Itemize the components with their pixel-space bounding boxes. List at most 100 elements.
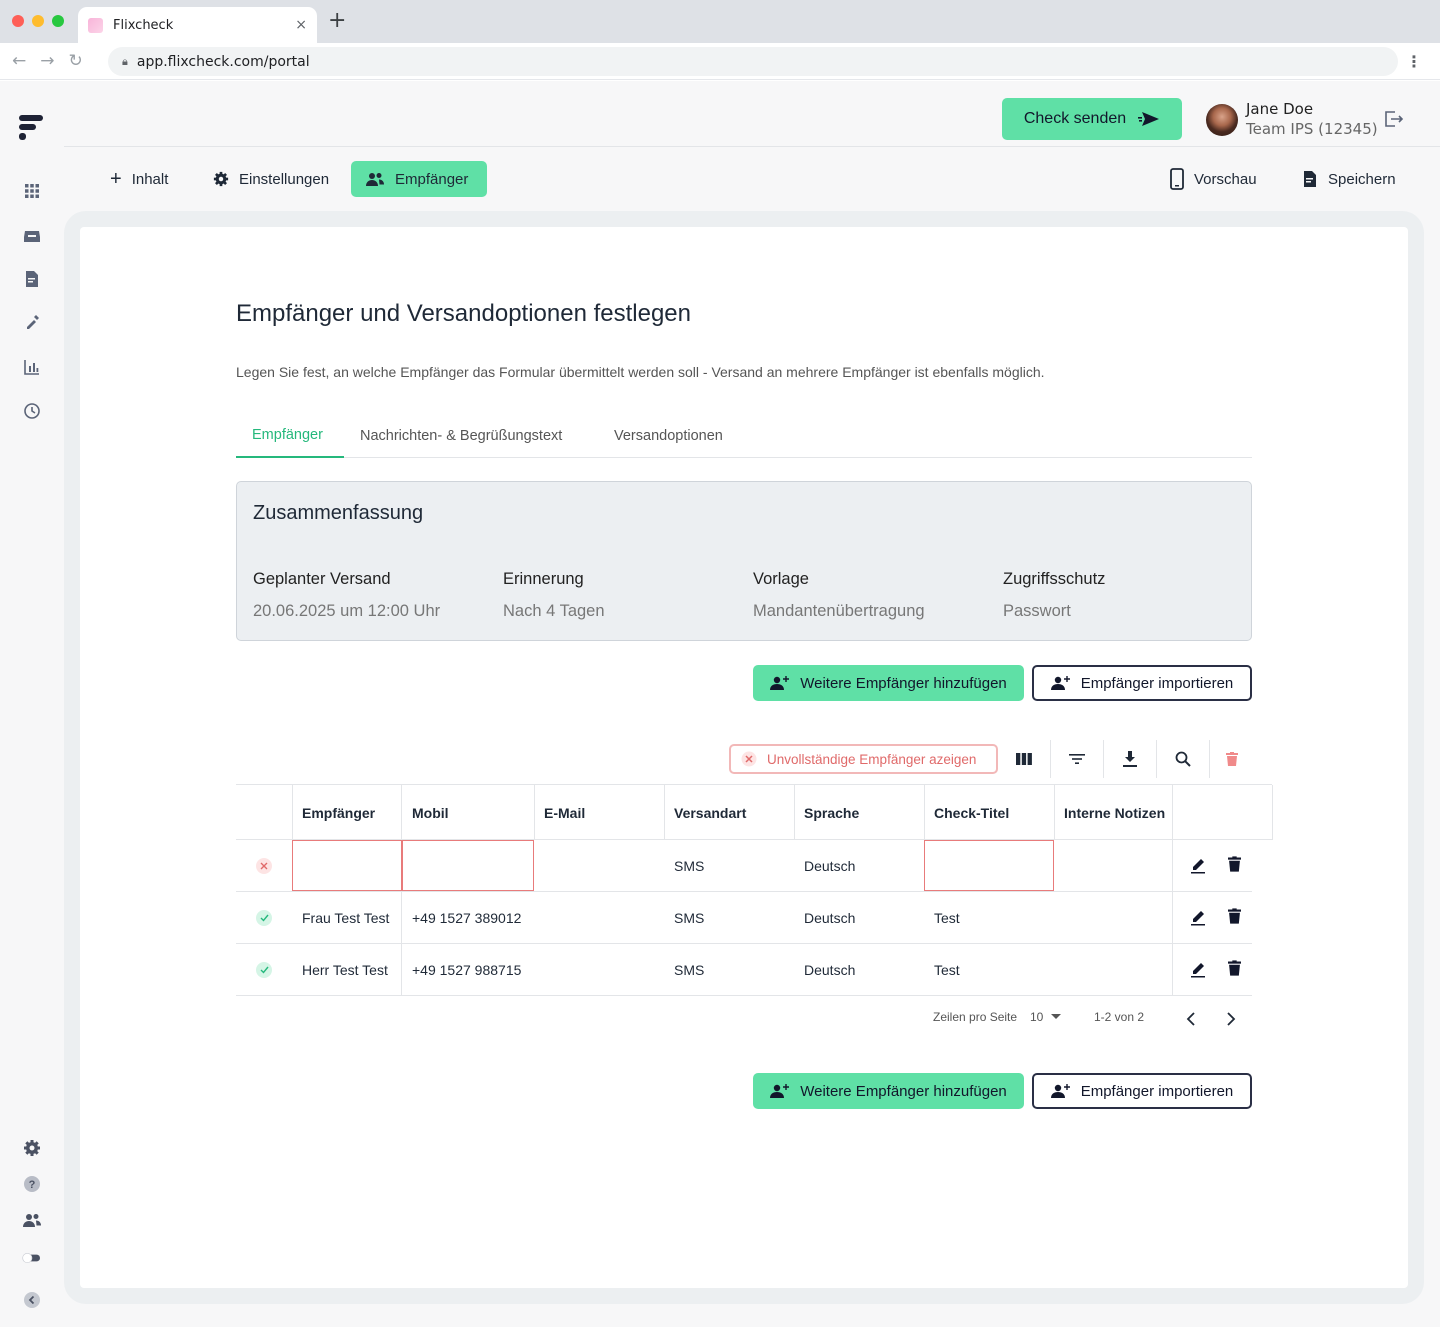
missing-mobil-cell[interactable] [402,840,534,891]
trash-icon[interactable] [1228,856,1246,874]
favicon-icon [88,17,103,33]
column-header[interactable]: Empfänger [292,785,402,840]
svg-text:?: ? [29,1179,36,1191]
sub-tabs: Empfänger Nachrichten- & Begrüßungstext … [236,414,1252,458]
ok-status-icon [256,910,272,926]
page-description: Legen Sie fest, an welche Empfänger das … [236,364,1045,380]
table-cell: Deutsch [804,961,856,978]
help-icon[interactable]: ? [22,1174,42,1194]
columns-icon[interactable] [1009,744,1039,774]
import-recipients-label: Empfänger importieren [1080,674,1234,692]
error-circle-icon [741,751,757,767]
rows-per-page-select[interactable]: 10 [1030,1010,1062,1024]
add-recipients-button[interactable]: Weitere Empfänger hinzufügen [753,665,1024,701]
inhalt-button[interactable]: + Inhalt [96,161,182,197]
filter-icon[interactable] [1062,744,1092,774]
history-icon[interactable] [22,401,42,421]
import-recipients-button[interactable]: Empfänger importieren [1032,1073,1252,1109]
column-header[interactable]: Mobil [402,785,534,840]
column-header[interactable]: E-Mail [534,785,664,840]
column-header[interactable]: Versandart [664,785,794,840]
inbox-icon[interactable] [22,226,42,246]
summary-label: Erinnerung [503,570,584,588]
empfaenger-button[interactable]: Empfänger [351,161,487,197]
logout-icon[interactable] [1384,110,1404,132]
new-tab-button[interactable]: + [328,10,346,32]
send-icon [1138,112,1160,126]
tab-nachrichten[interactable]: Nachrichten- & Begrüßungstext [344,414,578,458]
close-tab-icon[interactable]: × [295,17,307,33]
show-incomplete-button[interactable]: Unvollständige Empfänger azeigen [729,744,998,774]
tab-empfaenger[interactable]: Empfänger [236,414,344,458]
column-header[interactable]: Interne Notizen [1054,785,1172,840]
prev-page-icon[interactable] [1186,1012,1196,1029]
download-icon[interactable] [1115,744,1145,774]
close-window-button[interactable] [12,15,24,27]
document-icon[interactable] [22,269,42,289]
browser-menu-icon[interactable]: ⋮ [1406,52,1422,71]
summary-item: Geplanter Versand 20.06.2025 um 12:00 Uh… [253,570,493,621]
edit-icon[interactable] [1190,960,1208,978]
add-person-icon [770,1084,790,1098]
url-field[interactable]: 🔒︎ app.flixcheck.com/portal [108,47,1398,76]
window-controls [12,15,64,27]
check-senden-button[interactable]: Check senden [1002,98,1182,140]
back-icon[interactable]: ← [12,51,26,71]
add-recipients-button[interactable]: Weitere Empfänger hinzufügen [753,1073,1024,1109]
edit-icon[interactable] [1190,856,1208,874]
page-title: Empfänger und Versandoptionen festlegen [236,300,692,327]
table-cell: Test [934,909,960,926]
team-icon[interactable] [22,1210,42,1230]
apps-icon[interactable] [22,181,42,201]
delete-icon[interactable] [1217,744,1247,774]
summary-panel: Zusammenfassung Geplanter Versand 20.06.… [236,481,1252,641]
page-range: 1-2 von 2 [1094,1010,1145,1024]
table-cell: +49 1527 389012 [412,909,522,926]
missing-titel-cell[interactable] [924,840,1054,891]
browser-tab-title: Flixcheck [113,17,174,33]
flixcheck-logo[interactable] [19,114,45,140]
vorschau-button[interactable]: Vorschau [1156,161,1271,197]
ok-status-icon [256,962,272,978]
search-icon[interactable] [1168,744,1198,774]
speichern-label: Speichern [1328,170,1396,188]
forward-icon[interactable]: → [40,51,54,71]
tool-icon[interactable] [22,312,42,332]
missing-empfaenger-cell[interactable] [292,840,402,891]
address-bar: ← → ↻ 🔒︎ app.flixcheck.com/portal ⋮ [0,43,1440,80]
trash-icon[interactable] [1228,908,1246,926]
rows-per-page-label: Zeilen pro Seite [933,1010,1018,1024]
gear-icon [213,171,229,187]
table-cell: SMS [674,961,705,978]
add-person-icon [770,676,790,690]
minimize-window-button[interactable] [32,15,44,27]
add-recipients-label: Weitere Empfänger hinzufügen [800,674,1007,692]
table-row: Frau Test Test +49 1527 389012 SMS Deuts… [236,892,1252,944]
reload-icon[interactable]: ↻ [69,51,83,71]
table-cell: Herr Test Test [302,961,388,978]
speichern-button[interactable]: Speichern [1288,161,1410,197]
statistics-icon[interactable] [22,357,42,377]
summary-label: Vorlage [753,570,809,588]
collapse-sidebar-icon[interactable] [22,1290,42,1310]
browser-tab[interactable]: Flixcheck × [78,7,317,43]
theme-toggle[interactable] [22,1248,42,1268]
table-row: Herr Test Test +49 1527 988715 SMS Deuts… [236,944,1252,996]
toolbar-divider [1209,740,1210,778]
table-cell: +49 1527 988715 [412,961,522,978]
column-header[interactable]: Sprache [794,785,924,840]
tab-versandoptionen[interactable]: Versandoptionen [598,414,739,458]
settings-icon[interactable] [22,1138,42,1158]
trash-icon[interactable] [1228,960,1246,978]
einstellungen-button[interactable]: Einstellungen [199,161,343,197]
edit-icon[interactable] [1190,908,1208,926]
summary-value: 20.06.2025 um 12:00 Uhr [253,602,441,620]
maximize-window-button[interactable] [52,15,64,27]
user-profile[interactable]: Jane Doe Team IPS (12345) [1206,100,1378,139]
next-page-icon[interactable] [1226,1012,1236,1029]
column-header[interactable]: Check-Titel [924,785,1054,840]
toolbar-divider [1103,740,1104,778]
import-recipients-button[interactable]: Empfänger importieren [1032,665,1252,701]
einstellungen-label: Einstellungen [239,170,330,188]
table-cell: Deutsch [804,909,856,926]
